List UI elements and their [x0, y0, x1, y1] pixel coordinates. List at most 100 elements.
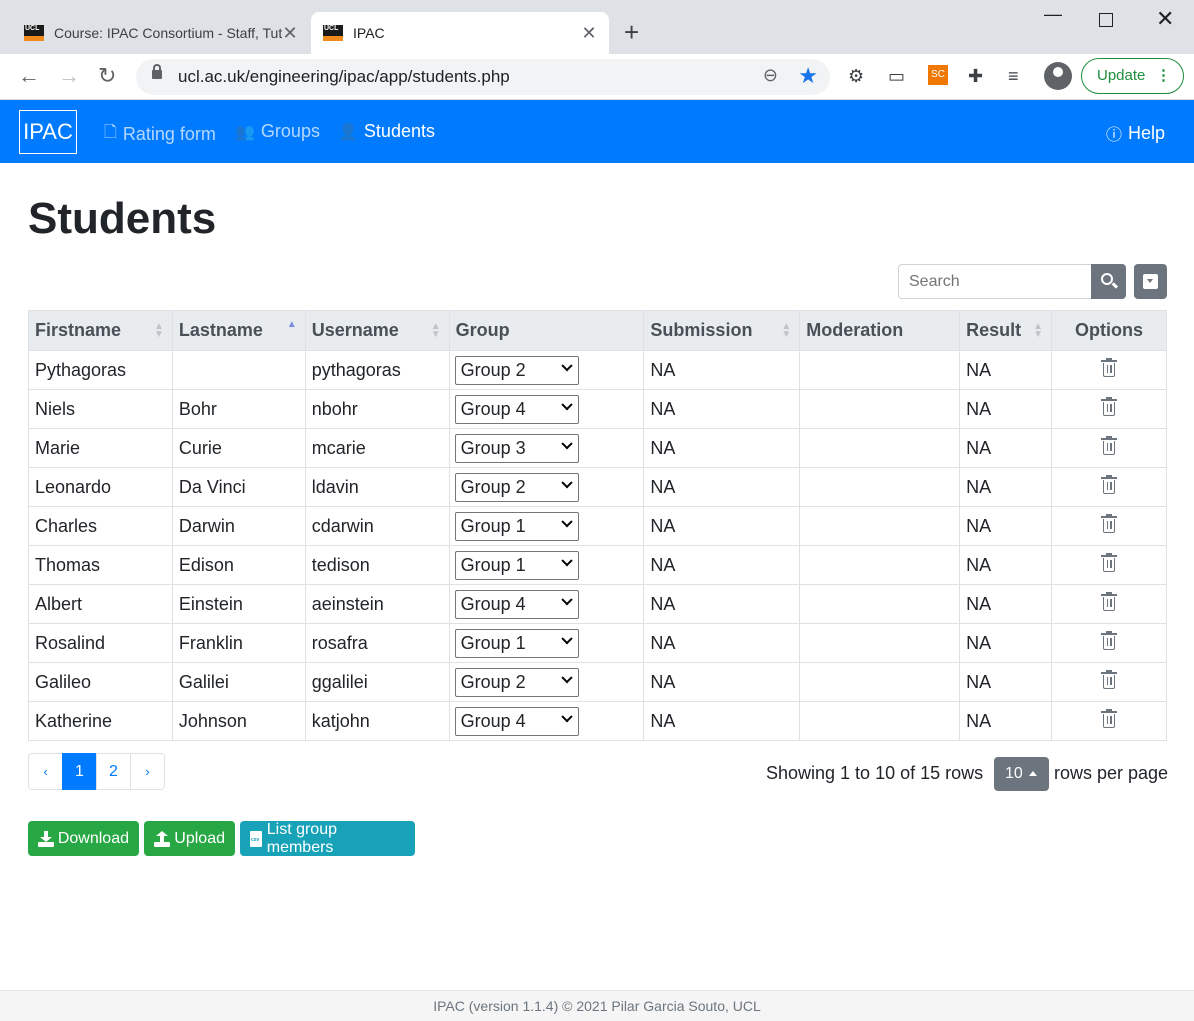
- cell-firstname: Niels: [28, 389, 173, 429]
- group-select[interactable]: Group 4: [454, 589, 579, 619]
- cell-submission: NA: [643, 350, 801, 390]
- cell-username: tedison: [304, 545, 450, 585]
- menu-dots-icon[interactable]: ⋮: [1156, 59, 1171, 93]
- cell-firstname: Katherine: [28, 701, 173, 741]
- cell-options: [1051, 545, 1167, 585]
- search-input[interactable]: [898, 264, 1092, 299]
- url-text[interactable]: ucl.ac.uk/engineering/ipac/app/students.…: [178, 67, 510, 87]
- forward-icon[interactable]: →: [58, 64, 80, 88]
- header-label: Result: [966, 320, 1022, 340]
- cell-moderation: [799, 545, 961, 585]
- address-bar[interactable]: ucl.ac.uk/engineering/ipac/app/students.…: [136, 59, 830, 95]
- header-result[interactable]: Result ▲ ▼: [959, 310, 1053, 351]
- sort-icon: ▲ ▼: [153, 321, 164, 340]
- download-button[interactable]: Download: [28, 821, 139, 856]
- reload-icon[interactable]: ↻: [98, 64, 116, 88]
- browser-tab-ipac[interactable]: IPAC ✕: [311, 12, 609, 54]
- back-icon[interactable]: ←: [18, 64, 40, 88]
- extension-icon[interactable]: ⚙: [848, 66, 864, 87]
- caret-square-down-icon: [1143, 274, 1158, 289]
- cell-result: NA: [959, 467, 1053, 507]
- ucl-favicon-icon: [323, 25, 343, 41]
- lock-icon[interactable]: [152, 64, 162, 79]
- chevron-down-icon: [560, 398, 573, 410]
- cell-group: Group 1: [448, 506, 645, 546]
- new-tab-button[interactable]: +: [624, 18, 639, 46]
- cell-firstname: Marie: [28, 428, 173, 468]
- trash-icon[interactable]: [1101, 631, 1118, 650]
- app-navbar: IPAC 🗋 Rating form 👥 Groups 👤 Students ⓘ…: [0, 100, 1194, 163]
- sort-icon: ▲ ▼: [781, 321, 792, 340]
- browser-tab-course[interactable]: Course: IPAC Consortium - Staff, Tutors …: [12, 12, 310, 54]
- tab-close-icon[interactable]: ✕: [581, 23, 597, 44]
- update-button[interactable]: Update ⋮: [1081, 58, 1184, 94]
- cell-submission: NA: [643, 428, 801, 468]
- group-select[interactable]: Group 2: [454, 667, 579, 697]
- group-select-value: Group 1: [460, 554, 526, 575]
- group-select[interactable]: Group 3: [454, 433, 579, 463]
- header-lastname[interactable]: Lastname ▲: [171, 310, 306, 351]
- window-close-button[interactable]: ✕: [1156, 6, 1174, 32]
- header-firstname[interactable]: Firstname ▲ ▼: [28, 310, 173, 351]
- puzzle-icon[interactable]: ✚: [968, 66, 983, 87]
- trash-icon[interactable]: [1101, 397, 1118, 416]
- page-title: Students: [28, 194, 217, 243]
- sort-icon: ▲ ▼: [1033, 321, 1044, 340]
- avatar[interactable]: [1044, 62, 1072, 90]
- minimize-button[interactable]: —: [1044, 4, 1062, 25]
- trash-icon[interactable]: [1101, 553, 1118, 572]
- list-group-members-button[interactable]: List group members: [240, 821, 415, 856]
- nav-students[interactable]: 👤 Students: [338, 121, 435, 142]
- cell-firstname: Rosalind: [28, 623, 173, 663]
- cell-options: [1051, 701, 1167, 741]
- nav-help[interactable]: ⓘ Help: [1106, 121, 1165, 145]
- group-select[interactable]: Group 4: [454, 706, 579, 736]
- cell-result: NA: [959, 623, 1053, 663]
- group-select[interactable]: Group 2: [454, 472, 579, 502]
- cell-lastname: Bohr: [171, 389, 306, 429]
- tab-close-icon[interactable]: ✕: [282, 23, 298, 44]
- brand-logo[interactable]: IPAC: [19, 110, 77, 154]
- header-submission[interactable]: Submission ▲ ▼: [643, 310, 801, 351]
- nav-rating-form[interactable]: 🗋 Rating form: [104, 121, 216, 148]
- header-label: Submission: [650, 320, 753, 340]
- trash-icon[interactable]: [1101, 358, 1118, 377]
- group-select[interactable]: Group 1: [454, 511, 579, 541]
- cell-result: NA: [959, 584, 1053, 624]
- csv-file-icon: [250, 830, 262, 847]
- cell-result: NA: [959, 350, 1053, 390]
- page-2-button[interactable]: 2: [96, 753, 131, 790]
- group-select[interactable]: Group 2: [454, 355, 579, 385]
- page-next-button[interactable]: ›: [130, 753, 165, 790]
- cell-lastname: Johnson: [171, 701, 306, 741]
- trash-icon[interactable]: [1101, 592, 1118, 611]
- students-table: Firstname ▲ ▼ Lastname ▲ Username ▲ ▼ Group S…: [28, 310, 1167, 741]
- maximize-button[interactable]: [1099, 13, 1113, 27]
- zoom-icon[interactable]: ⊖: [763, 65, 778, 86]
- upload-button[interactable]: Upload: [144, 821, 235, 856]
- export-dropdown-button[interactable]: [1134, 264, 1167, 299]
- trash-icon[interactable]: [1101, 514, 1118, 533]
- table-row: Charles Darwin cdarwin Group 1 NA NA: [28, 506, 1167, 546]
- page-prev-button[interactable]: ‹: [28, 753, 63, 790]
- group-select[interactable]: Group 1: [454, 628, 579, 658]
- sc-extension-icon[interactable]: SC: [928, 65, 948, 85]
- trash-icon[interactable]: [1101, 670, 1118, 689]
- nav-groups[interactable]: 👥 Groups: [235, 121, 320, 142]
- star-icon[interactable]: ★: [798, 63, 818, 89]
- media-icon[interactable]: ≡: [1008, 66, 1019, 87]
- group-select[interactable]: Group 4: [454, 394, 579, 424]
- cast-icon[interactable]: ▭: [888, 66, 905, 87]
- group-select[interactable]: Group 1: [454, 550, 579, 580]
- trash-icon[interactable]: [1101, 475, 1118, 494]
- search-button[interactable]: [1091, 264, 1126, 299]
- cell-options: [1051, 623, 1167, 663]
- cell-result: NA: [959, 506, 1053, 546]
- trash-icon[interactable]: [1101, 709, 1118, 728]
- header-username[interactable]: Username ▲ ▼: [304, 310, 450, 351]
- trash-icon[interactable]: [1101, 436, 1118, 455]
- page-1-button[interactable]: 1: [62, 753, 97, 790]
- table-header-row: Firstname ▲ ▼ Lastname ▲ Username ▲ ▼ Group S…: [28, 310, 1167, 351]
- table-row: Leonardo Da Vinci ldavin Group 2 NA NA: [28, 467, 1167, 507]
- rows-per-page-dropdown[interactable]: 10: [994, 757, 1049, 791]
